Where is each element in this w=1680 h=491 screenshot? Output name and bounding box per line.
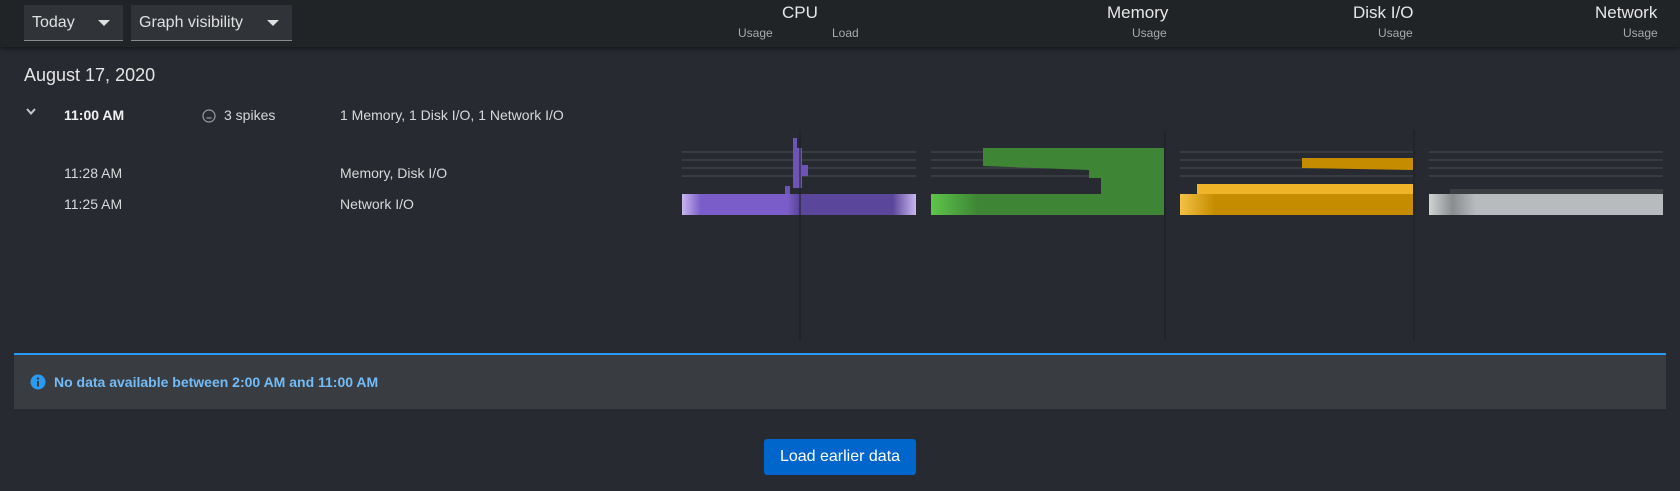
network-column-title: Network: [1595, 3, 1658, 22]
chevron-down-icon: [26, 108, 36, 116]
load-earlier-data-button[interactable]: Load earlier data: [764, 439, 916, 475]
disk-usage-label: Usage: [1378, 26, 1413, 40]
spike-face-icon: [202, 109, 216, 123]
day-heading: August 17, 2020: [24, 65, 156, 85]
expand-toggle[interactable]: [23, 104, 39, 120]
alert-text: No data available between 2:00 AM and 11…: [54, 374, 379, 390]
disk-column-title: Disk I/O: [1353, 3, 1414, 22]
network-usage-label: Usage: [1623, 26, 1658, 40]
graph-visibility-label: Graph visibility: [139, 14, 244, 31]
time-range-value: Today: [32, 14, 75, 31]
cpu-usage-label: Usage: [738, 26, 773, 40]
network-graph: [1429, 151, 1663, 215]
event-time: 11:28 AM: [64, 165, 123, 181]
memory-usage-label: Usage: [1132, 26, 1167, 40]
graphs-svg: [682, 130, 1663, 340]
toolbar: Today Graph visibility CPU Usage Load Me…: [0, 0, 1680, 47]
caret-down-icon: [267, 20, 279, 26]
event-metrics: Network I/O: [340, 196, 414, 212]
cpu-column-title: CPU: [782, 3, 818, 22]
time-range-select[interactable]: Today: [24, 5, 123, 41]
info-icon: [30, 374, 46, 390]
graph-visibility-select[interactable]: Graph visibility: [131, 5, 292, 41]
group-summary: 1 Memory, 1 Disk I/O, 1 Network I/O: [340, 107, 564, 123]
caret-down-icon: [98, 20, 110, 26]
no-data-alert: No data available between 2:00 AM and 11…: [14, 353, 1666, 409]
memory-column-title: Memory: [1107, 3, 1169, 22]
event-time: 11:25 AM: [64, 196, 123, 212]
disk-graph: [1180, 130, 1415, 340]
group-time: 11:00 AM: [64, 107, 125, 123]
cpu-graph: [682, 130, 916, 340]
spike-count: 3 spikes: [224, 107, 276, 123]
event-metrics: Memory, Disk I/O: [340, 165, 448, 181]
memory-graph: [931, 130, 1166, 340]
metrics-graphs: [680, 130, 1670, 340]
cpu-load-label: Load: [832, 26, 859, 40]
